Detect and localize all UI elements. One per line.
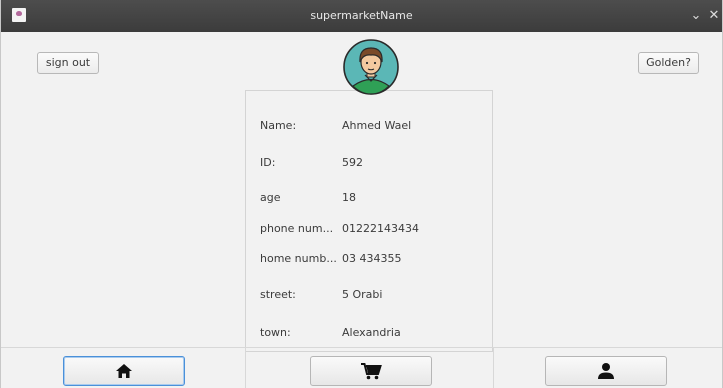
field-value: 5 Orabi bbox=[342, 288, 383, 301]
title-bar[interactable]: supermarketName ⌄ ✕ bbox=[1, 0, 722, 32]
profile-card: Name: Ahmed Wael ID: 592 age 18 phone nu… bbox=[245, 90, 493, 352]
app-window: supermarketName ⌄ ✕ sign out Golden? Nam… bbox=[0, 0, 723, 388]
profile-row-name: Name: Ahmed Wael bbox=[260, 117, 490, 135]
field-label: Name: bbox=[260, 119, 297, 132]
field-label: age bbox=[260, 191, 281, 204]
profile-row-home-number: home numb... 03 434355 bbox=[260, 250, 490, 268]
field-value: 18 bbox=[342, 191, 356, 204]
profile-row-age: age 18 bbox=[260, 189, 490, 207]
field-label: street: bbox=[260, 288, 296, 301]
home-button[interactable] bbox=[63, 356, 185, 386]
chevron-down-icon[interactable]: ⌄ bbox=[687, 6, 705, 26]
sign-out-button[interactable]: sign out bbox=[37, 52, 99, 74]
profile-button[interactable] bbox=[545, 356, 667, 386]
field-value: Ahmed Wael bbox=[342, 119, 412, 132]
field-value: 01222143434 bbox=[342, 222, 419, 235]
profile-row-street: street: 5 Orabi bbox=[260, 286, 490, 304]
field-label: town: bbox=[260, 326, 291, 339]
window-title: supermarketName bbox=[310, 9, 413, 22]
cart-icon bbox=[361, 363, 382, 380]
main-content: sign out Golden? Name: Ahmed Wael ID: 59… bbox=[1, 32, 722, 388]
cart-button[interactable] bbox=[310, 356, 432, 386]
field-label: ID: bbox=[260, 156, 276, 169]
profile-row-id: ID: 592 bbox=[260, 154, 490, 172]
nav-divider bbox=[245, 347, 246, 388]
golden-button[interactable]: Golden? bbox=[638, 52, 699, 74]
field-value: Alexandria bbox=[342, 326, 401, 339]
nav-divider bbox=[493, 347, 494, 388]
field-label: home numb... bbox=[260, 252, 337, 265]
field-value: 03 434355 bbox=[342, 252, 402, 265]
user-icon bbox=[598, 363, 614, 379]
user-avatar bbox=[343, 39, 399, 95]
profile-row-town: town: Alexandria bbox=[260, 324, 490, 342]
home-icon bbox=[116, 364, 132, 378]
bottom-divider bbox=[1, 347, 722, 348]
field-label: phone num... bbox=[260, 222, 334, 235]
profile-row-phone: phone num... 01222143434 bbox=[260, 220, 490, 238]
field-value: 592 bbox=[342, 156, 363, 169]
close-icon[interactable]: ✕ bbox=[705, 6, 723, 26]
